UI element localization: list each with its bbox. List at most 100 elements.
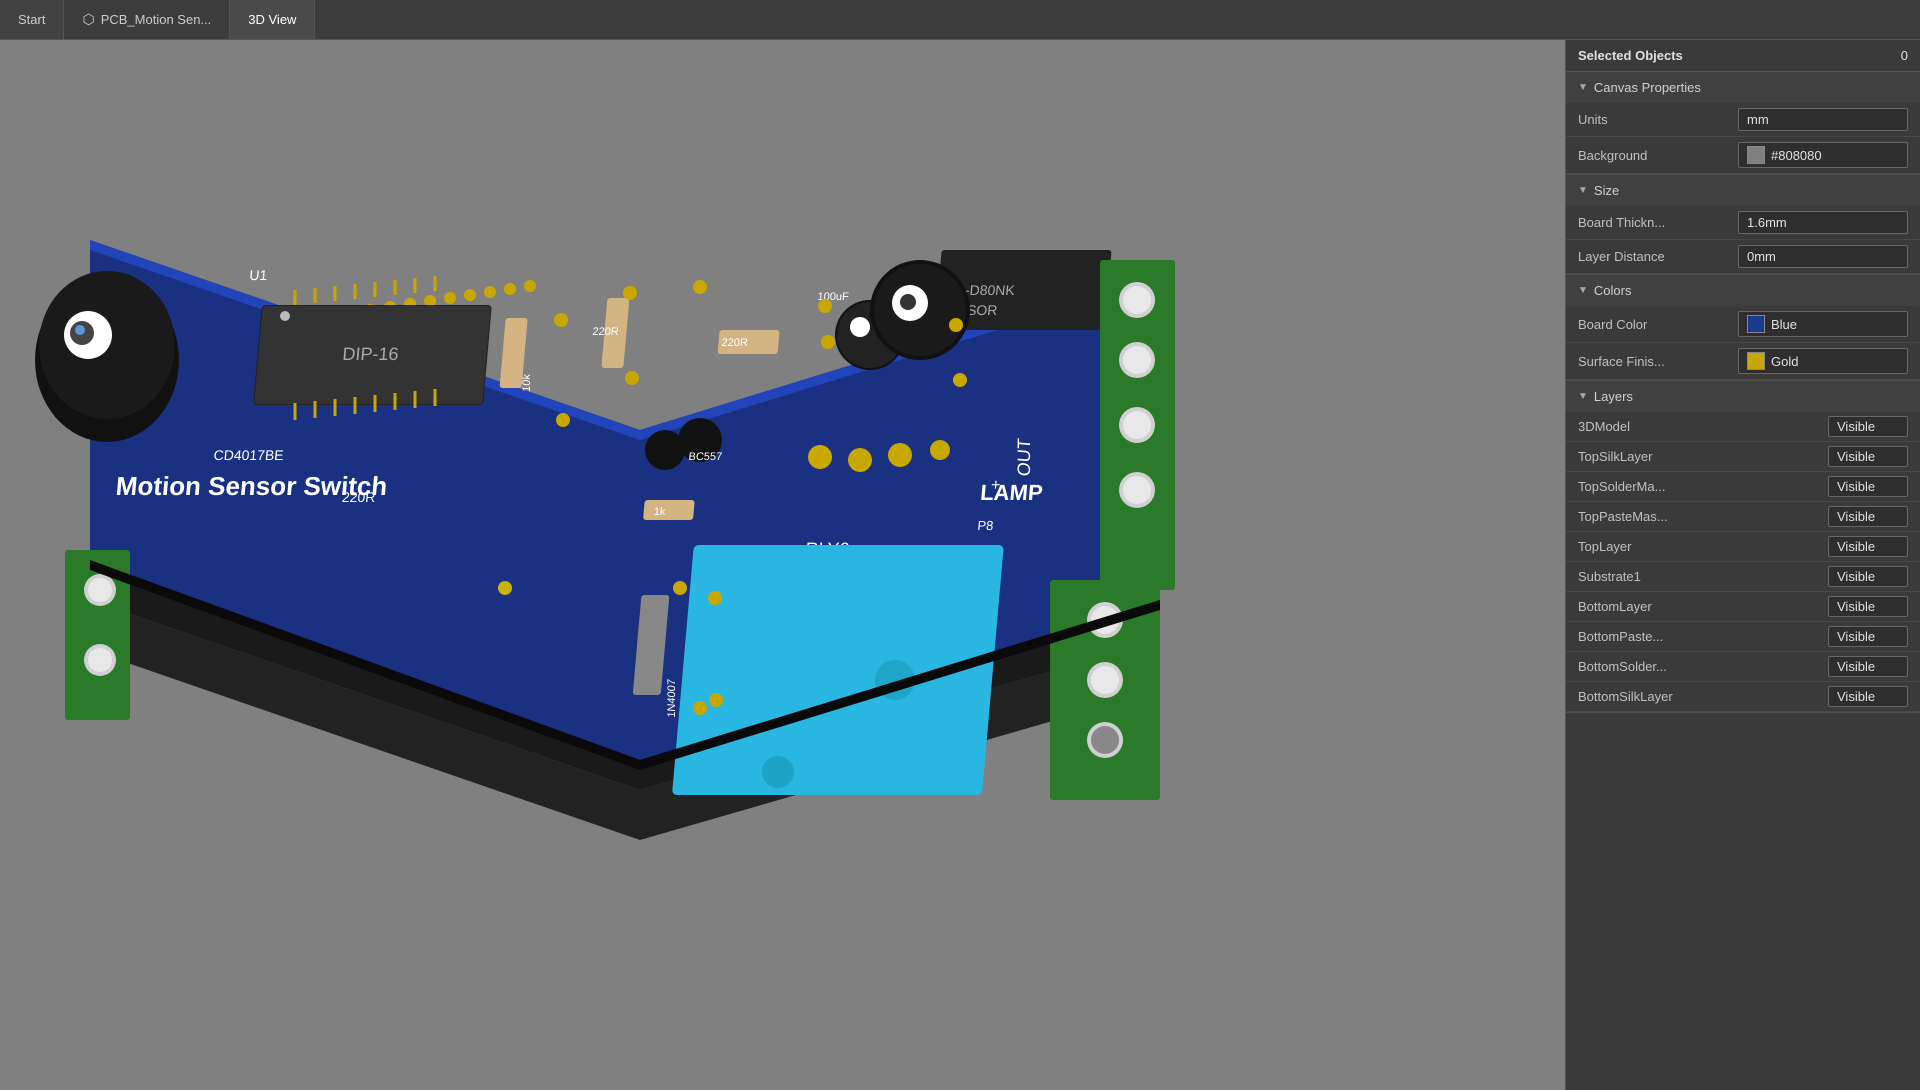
- svg-text:OUT: OUT: [1014, 437, 1034, 477]
- layer-value[interactable]: Visible: [1828, 626, 1908, 647]
- board-thickness-row: Board Thickn... 1.6mm: [1566, 206, 1920, 240]
- layer-value[interactable]: Visible: [1828, 476, 1908, 497]
- layer-label: TopLayer: [1578, 539, 1820, 554]
- board-color-swatch: [1747, 315, 1765, 333]
- layers-arrow: ▼: [1578, 391, 1588, 402]
- pcb-icon: ⬡: [82, 11, 94, 28]
- surface-finish-text: Gold: [1771, 354, 1798, 369]
- board-color-label: Board Color: [1578, 317, 1730, 332]
- layer-label: BottomPaste...: [1578, 629, 1820, 644]
- svg-text:220R: 220R: [341, 489, 376, 505]
- svg-text:220R: 220R: [721, 337, 748, 349]
- section-layers: ▼ Layers 3DModel Visible TopSilkLayer Vi…: [1566, 381, 1920, 713]
- layer-label: TopSilkLayer: [1578, 449, 1820, 464]
- svg-text:P8: P8: [977, 518, 994, 533]
- background-label: Background: [1578, 148, 1730, 163]
- tab-start-label: Start: [18, 12, 45, 27]
- layer-value[interactable]: Visible: [1828, 536, 1908, 557]
- layer-row-bottomsilklayer: BottomSilkLayer Visible: [1566, 682, 1920, 712]
- layer-label: BottomSolder...: [1578, 659, 1820, 674]
- tab-pcb[interactable]: ⬡ PCB_Motion Sen...: [64, 0, 230, 39]
- layer-label: TopPasteMas...: [1578, 509, 1820, 524]
- layer-value[interactable]: Visible: [1828, 446, 1908, 467]
- tab-3dview[interactable]: 3D View: [230, 0, 315, 39]
- svg-text:U1: U1: [249, 267, 268, 283]
- units-value[interactable]: mm: [1738, 108, 1908, 131]
- pcb-svg: DIP-16: [0, 40, 1180, 1090]
- layer-value[interactable]: Visible: [1828, 416, 1908, 437]
- svg-text:220R: 220R: [592, 326, 619, 338]
- pcb-scene: DIP-16: [0, 40, 1565, 1090]
- layer-row-topsolderma: TopSolderMa... Visible: [1566, 472, 1920, 502]
- selected-objects-value: 0: [1901, 48, 1908, 63]
- layer-label: BottomLayer: [1578, 599, 1820, 614]
- size-title[interactable]: ▼ Size: [1566, 175, 1920, 206]
- layer-value[interactable]: Visible: [1828, 656, 1908, 677]
- layer-label: 3DModel: [1578, 419, 1820, 434]
- layer-row-bottomlayer: BottomLayer Visible: [1566, 592, 1920, 622]
- layer-row-topsilklayer: TopSilkLayer Visible: [1566, 442, 1920, 472]
- svg-text:LAMP: LAMP: [979, 480, 1043, 505]
- layer-label: TopSolderMa...: [1578, 479, 1820, 494]
- tab-bar: Start ⬡ PCB_Motion Sen... 3D View: [0, 0, 1920, 40]
- viewport-3d[interactable]: DIP-16: [0, 40, 1565, 1090]
- layer-row-bottompaste: BottomPaste... Visible: [1566, 622, 1920, 652]
- svg-text:10k: 10k: [521, 373, 533, 392]
- surface-finish-value[interactable]: Gold: [1738, 348, 1908, 374]
- tab-start[interactable]: Start: [0, 0, 64, 39]
- board-color-row: Board Color Blue: [1566, 306, 1920, 343]
- board-thickness-label: Board Thickn...: [1578, 215, 1730, 230]
- layers-container: 3DModel Visible TopSilkLayer Visible Top…: [1566, 412, 1920, 712]
- selected-objects-label: Selected Objects: [1578, 48, 1683, 63]
- selected-objects-header: Selected Objects 0: [1566, 40, 1920, 72]
- canvas-properties-arrow: ▼: [1578, 82, 1588, 93]
- board-color-text: Blue: [1771, 317, 1797, 332]
- svg-text:BC557: BC557: [688, 451, 723, 463]
- background-swatch: [1747, 146, 1765, 164]
- layer-value[interactable]: Visible: [1828, 686, 1908, 707]
- canvas-properties-title[interactable]: ▼ Canvas Properties: [1566, 72, 1920, 103]
- layer-row-toplayer: TopLayer Visible: [1566, 532, 1920, 562]
- section-size: ▼ Size Board Thickn... 1.6mm Layer Dista…: [1566, 175, 1920, 275]
- size-arrow: ▼: [1578, 185, 1588, 196]
- layer-value[interactable]: Visible: [1828, 506, 1908, 527]
- svg-text:DIP-16: DIP-16: [342, 344, 400, 364]
- layer-row-3dmodel: 3DModel Visible: [1566, 412, 1920, 442]
- section-colors: ▼ Colors Board Color Blue Surface Finis.…: [1566, 275, 1920, 381]
- board-color-value[interactable]: Blue: [1738, 311, 1908, 337]
- background-value[interactable]: #808080: [1738, 142, 1908, 168]
- layer-row-bottomsolder: BottomSolder... Visible: [1566, 652, 1920, 682]
- layer-label: BottomSilkLayer: [1578, 689, 1820, 704]
- units-label: Units: [1578, 112, 1730, 127]
- layer-value[interactable]: Visible: [1828, 566, 1908, 587]
- size-label: Size: [1594, 183, 1619, 198]
- right-panel: Selected Objects 0 ▼ Canvas Properties U…: [1565, 40, 1920, 1090]
- surface-finish-swatch: [1747, 352, 1765, 370]
- colors-label: Colors: [1594, 283, 1632, 298]
- background-row: Background #808080: [1566, 137, 1920, 174]
- canvas-properties-label: Canvas Properties: [1594, 80, 1701, 95]
- units-row: Units mm: [1566, 103, 1920, 137]
- layers-title[interactable]: ▼ Layers: [1566, 381, 1920, 412]
- layer-row-toppastemas: TopPasteMas... Visible: [1566, 502, 1920, 532]
- svg-text:1k: 1k: [653, 506, 666, 518]
- layers-label: Layers: [1594, 389, 1633, 404]
- surface-finish-row: Surface Finis... Gold: [1566, 343, 1920, 380]
- layer-label: Substrate1: [1578, 569, 1820, 584]
- svg-text:1N4007: 1N4007: [666, 679, 678, 719]
- board-thickness-value[interactable]: 1.6mm: [1738, 211, 1908, 234]
- tab-pcb-label: PCB_Motion Sen...: [101, 12, 212, 27]
- layer-distance-label: Layer Distance: [1578, 249, 1730, 264]
- layer-distance-value[interactable]: 0mm: [1738, 245, 1908, 268]
- colors-title[interactable]: ▼ Colors: [1566, 275, 1920, 306]
- tab-3dview-label: 3D View: [248, 12, 296, 27]
- svg-text:CD4017BE: CD4017BE: [213, 447, 284, 463]
- layer-value[interactable]: Visible: [1828, 596, 1908, 617]
- layer-row-substrate1: Substrate1 Visible: [1566, 562, 1920, 592]
- layer-distance-row: Layer Distance 0mm: [1566, 240, 1920, 274]
- surface-finish-label: Surface Finis...: [1578, 354, 1730, 369]
- background-hex: #808080: [1771, 148, 1822, 163]
- colors-arrow: ▼: [1578, 285, 1588, 296]
- section-canvas-properties: ▼ Canvas Properties Units mm Background …: [1566, 72, 1920, 175]
- main-area: DIP-16: [0, 40, 1920, 1090]
